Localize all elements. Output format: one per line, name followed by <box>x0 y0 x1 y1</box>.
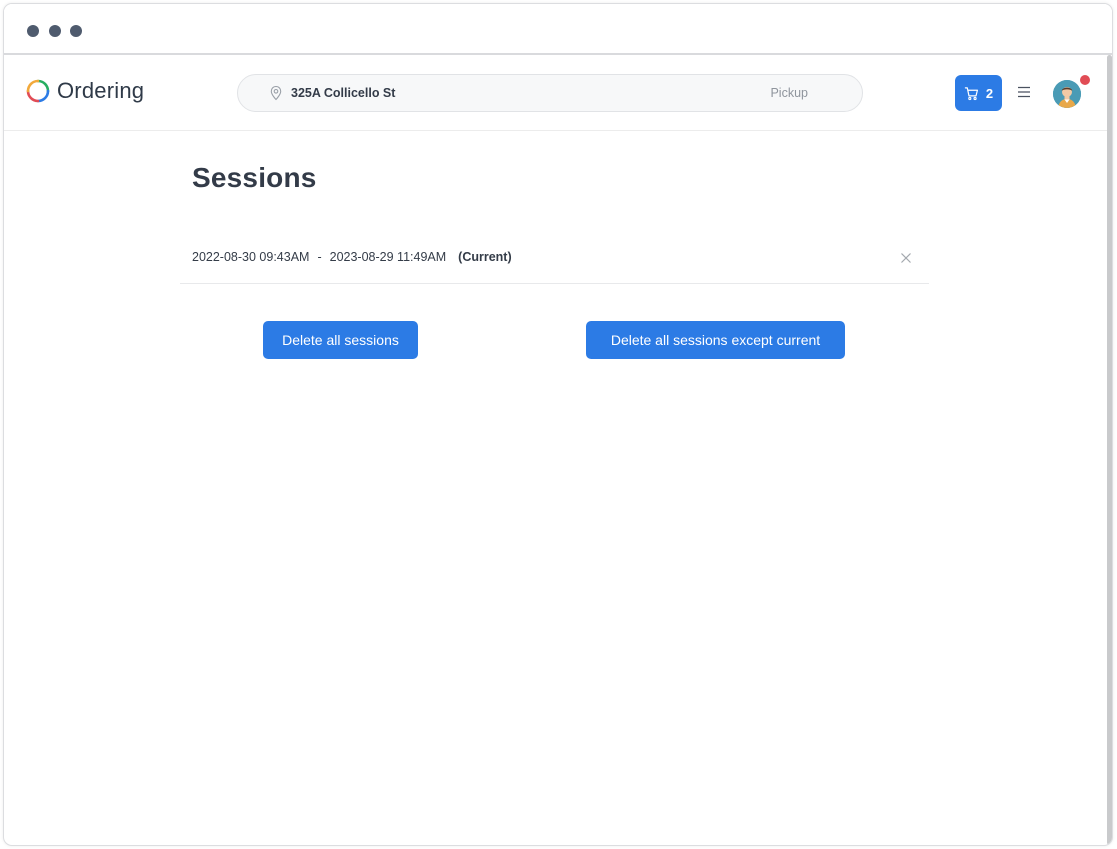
current-session-badge: (Current) <box>458 250 512 264</box>
site-header: Ordering 325A Collicello St Pickup 2 <box>4 55 1107 131</box>
order-type-selector[interactable]: Pickup <box>770 86 808 100</box>
hamburger-menu-icon[interactable] <box>1017 85 1031 99</box>
cart-count: 2 <box>985 85 994 101</box>
delivery-address[interactable]: 325A Collicello St <box>291 86 395 100</box>
sessions-page: Sessions 2022-08-30 09:43AM -2023-08-29 1… <box>4 132 1107 845</box>
session-row: 2022-08-30 09:43AM -2023-08-29 11:49AM (Cu… <box>180 232 929 284</box>
scrollbar[interactable] <box>1107 55 1112 845</box>
address-bar[interactable]: 325A Collicello St Pickup <box>237 74 863 112</box>
session-range: 2022-08-30 09:43AM -2023-08-29 11:49AM (Cu… <box>192 250 512 264</box>
user-avatar[interactable] <box>1053 80 1081 108</box>
location-pin-icon <box>270 85 282 101</box>
window-dot[interactable] <box>27 25 39 37</box>
session-start: 2022-08-30 09:43AM <box>192 250 310 264</box>
logo[interactable]: Ordering <box>25 76 144 106</box>
window-titlebar <box>4 4 1112 55</box>
notification-dot <box>1080 75 1090 85</box>
delete-all-sessions-button[interactable]: Delete all sessions <box>263 321 418 359</box>
cart-button[interactable]: 2 <box>955 75 1002 111</box>
ordering-logo-icon <box>26 79 50 103</box>
user-avatar-icon <box>1053 80 1081 108</box>
cart-icon <box>964 86 978 100</box>
page-title: Sessions <box>192 162 317 193</box>
delete-all-except-current-button[interactable]: Delete all sessions except current <box>586 321 845 359</box>
window-dot[interactable] <box>49 25 61 37</box>
close-icon[interactable] <box>900 252 912 264</box>
window-dot[interactable] <box>70 25 82 37</box>
session-end: 2023-08-29 11:49AM <box>329 250 447 264</box>
logo-text: Ordering <box>57 78 145 103</box>
session-separator: - <box>317 250 322 264</box>
browser-window: Ordering 325A Collicello St Pickup 2 Ses… <box>3 3 1113 846</box>
